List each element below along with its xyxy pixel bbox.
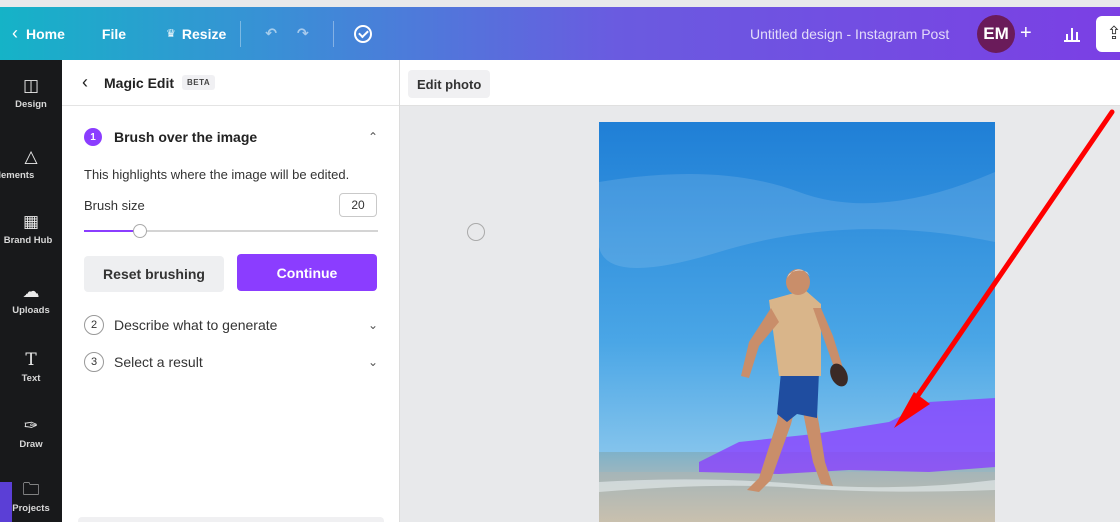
resize-button[interactable]: ♛ Resize bbox=[166, 26, 226, 42]
share-upload-button[interactable]: ⇪ bbox=[1096, 15, 1120, 52]
panel-footer bbox=[78, 517, 384, 522]
sidebar-item-draw[interactable]: ✑ Draw bbox=[0, 416, 62, 450]
analytics-icon[interactable] bbox=[1064, 26, 1080, 42]
top-toolbar: ‹ Home File ♛ Resize ↶ ↷ Untitled design… bbox=[0, 7, 1120, 60]
step-number: 3 bbox=[84, 352, 104, 372]
chevron-down-icon[interactable]: ⌄ bbox=[368, 355, 378, 369]
sidebar-item-label: Brand Hub bbox=[3, 235, 53, 246]
back-chevron-icon[interactable]: ‹ bbox=[82, 72, 88, 93]
beach-photo bbox=[599, 122, 995, 522]
magic-edit-panel: ‹ Magic Edit BETA 1 Brush over the image… bbox=[62, 60, 400, 522]
left-sidebar: ◫ Design △ Elements ▦ Brand Hub ☁ Upload… bbox=[0, 60, 62, 522]
upload-cloud-icon: ☁ bbox=[22, 282, 40, 301]
layout-icon: ◫ bbox=[22, 76, 40, 95]
slider-fill bbox=[84, 230, 140, 232]
step-number: 2 bbox=[84, 315, 104, 335]
step-2-header[interactable]: 2 Describe what to generate ⌄ bbox=[84, 315, 378, 335]
toolbar-divider bbox=[240, 20, 242, 47]
step-3-header[interactable]: 3 Select a result ⌄ bbox=[84, 352, 378, 372]
chevron-down-icon[interactable]: ⌄ bbox=[368, 318, 378, 332]
panel-title: Magic Edit bbox=[104, 74, 175, 91]
step-title: Describe what to generate bbox=[114, 317, 278, 333]
resize-label: Resize bbox=[181, 25, 227, 42]
continue-button[interactable]: Continue bbox=[237, 254, 377, 291]
sidebar-item-brand-hub[interactable]: ▦ Brand Hub bbox=[0, 212, 62, 246]
avatar[interactable]: EM bbox=[977, 14, 1015, 53]
crown-icon: ♛ bbox=[166, 28, 176, 40]
document-title[interactable]: Untitled design - Instagram Post bbox=[750, 26, 949, 42]
sidebar-item-text[interactable]: T Text bbox=[0, 350, 62, 384]
sidebar-item-label: Uploads bbox=[12, 305, 50, 316]
canvas-area: Edit photo bbox=[400, 60, 1120, 522]
chevron-up-icon[interactable]: ⌃ bbox=[368, 130, 378, 144]
sidebar-item-elements[interactable]: △ Elements bbox=[0, 147, 62, 181]
file-menu-button[interactable]: File bbox=[102, 26, 126, 42]
chevron-left-icon: ‹ bbox=[12, 23, 18, 43]
file-label: File bbox=[101, 25, 127, 42]
rail-accent bbox=[0, 482, 12, 522]
redo-icon[interactable]: ↷ bbox=[297, 25, 309, 42]
sidebar-item-label: Text bbox=[21, 373, 41, 384]
step-number: 1 bbox=[84, 128, 102, 146]
step-title: Brush over the image bbox=[114, 129, 258, 145]
sidebar-item-design[interactable]: ◫ Design bbox=[0, 76, 62, 110]
sidebar-item-label: Draw bbox=[19, 439, 43, 450]
photo-canvas[interactable] bbox=[599, 122, 995, 522]
toolbar-divider bbox=[332, 20, 334, 47]
home-button[interactable]: ‹ Home bbox=[12, 23, 65, 44]
cloud-saved-icon[interactable] bbox=[353, 24, 372, 43]
panel-header: ‹ Magic Edit BETA bbox=[62, 60, 399, 106]
text-icon: T bbox=[25, 350, 37, 370]
slider-thumb[interactable] bbox=[132, 224, 147, 238]
invite-plus-icon[interactable]: + bbox=[1020, 22, 1032, 45]
step-title: Select a result bbox=[114, 354, 203, 370]
sidebar-item-uploads[interactable]: ☁ Uploads bbox=[0, 282, 62, 316]
reset-brushing-button[interactable]: Reset brushing bbox=[84, 256, 224, 292]
brush-size-slider[interactable] bbox=[84, 223, 378, 239]
step-hint: This highlights where the image will be … bbox=[84, 167, 350, 182]
home-label: Home bbox=[26, 25, 65, 42]
undo-icon[interactable]: ↶ bbox=[265, 25, 277, 42]
context-toolbar: Edit photo bbox=[400, 60, 1120, 106]
draw-icon: ✑ bbox=[23, 416, 39, 435]
brand-icon: ▦ bbox=[22, 212, 40, 231]
upload-icon: ⇪ bbox=[1106, 23, 1120, 43]
sidebar-item-label: Elements bbox=[0, 170, 35, 181]
edit-photo-button[interactable]: Edit photo bbox=[408, 70, 491, 98]
shapes-icon: △ bbox=[24, 147, 38, 166]
step-1-header[interactable]: 1 Brush over the image ⌃ bbox=[84, 128, 378, 146]
brush-size-label: Brush size bbox=[84, 198, 145, 213]
brush-size-input[interactable]: 20 bbox=[339, 193, 377, 217]
beta-badge: BETA bbox=[182, 75, 216, 90]
page-select-radio[interactable] bbox=[467, 223, 485, 241]
sidebar-item-label: Design bbox=[15, 99, 47, 110]
